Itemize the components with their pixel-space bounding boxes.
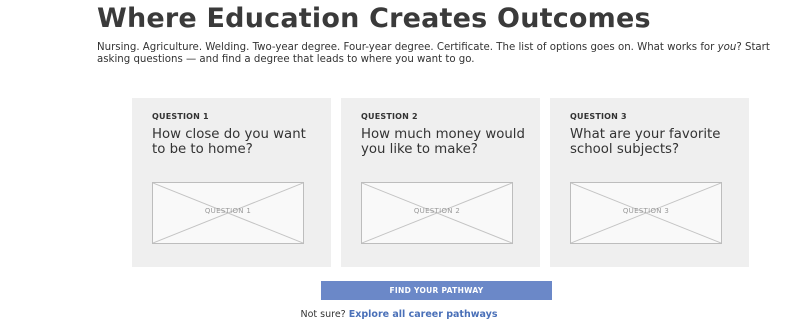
- question-2-text: How much money would you like to make?: [361, 127, 525, 157]
- question-1-image-label: QUESTION 1: [204, 207, 252, 215]
- question-1-image-placeholder: QUESTION 1: [152, 182, 304, 244]
- intro-text-part1: Nursing. Agriculture. Welding. Two-year …: [97, 42, 718, 53]
- question-2-image-label: QUESTION 2: [413, 207, 461, 215]
- page-title: Where Education Creates Outcomes: [97, 3, 651, 34]
- not-sure-line: Not sure? Explore all career pathways: [0, 309, 798, 320]
- question-cards: QUESTION 1 How close do you want to be t…: [132, 98, 749, 267]
- intro-text-emphasis: you: [717, 42, 737, 53]
- intro-text: Nursing. Agriculture. Welding. Two-year …: [97, 42, 787, 66]
- question-3-image-label: QUESTION 3: [622, 207, 670, 215]
- question-3-text: What are your favorite school subjects?: [570, 127, 721, 157]
- question-3-label: QUESTION 3: [570, 112, 627, 121]
- question-card-1[interactable]: QUESTION 1 How close do you want to be t…: [132, 98, 331, 267]
- question-1-label: QUESTION 1: [152, 112, 209, 121]
- question-2-label: QUESTION 2: [361, 112, 418, 121]
- explore-career-pathways-link[interactable]: Explore all career pathways: [349, 309, 498, 320]
- find-your-pathway-button[interactable]: FIND YOUR PATHWAY: [321, 281, 552, 300]
- question-card-3[interactable]: QUESTION 3 What are your favorite school…: [550, 98, 749, 267]
- question-3-image-placeholder: QUESTION 3: [570, 182, 722, 244]
- question-1-text: How close do you want to be to home?: [152, 127, 306, 157]
- not-sure-prompt: Not sure?: [300, 309, 346, 320]
- question-card-2[interactable]: QUESTION 2 How much money would you like…: [341, 98, 540, 267]
- question-2-image-placeholder: QUESTION 2: [361, 182, 513, 244]
